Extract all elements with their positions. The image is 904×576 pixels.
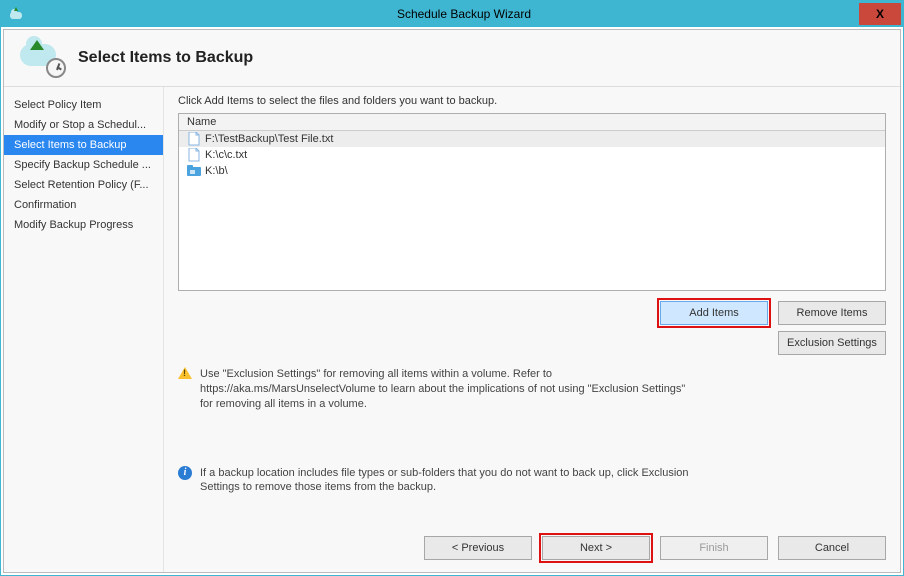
app-icon xyxy=(7,5,25,23)
wizard-footer: < Previous Next > Finish Cancel xyxy=(178,520,886,560)
warning-note: Use "Exclusion Settings" for removing al… xyxy=(178,367,698,412)
exclusion-button-row: Exclusion Settings xyxy=(178,331,886,355)
close-icon: X xyxy=(876,7,884,21)
sidebar-item-retention[interactable]: Select Retention Policy (F... xyxy=(4,175,163,195)
close-button[interactable]: X xyxy=(859,3,901,25)
list-item-label: K:\c\c.txt xyxy=(205,149,247,161)
page-title: Select Items to Backup xyxy=(78,49,253,67)
list-item-label: F:\TestBackup\Test File.txt xyxy=(205,133,333,145)
list-column-name[interactable]: Name xyxy=(179,114,885,131)
items-button-row: Add Items Remove Items xyxy=(178,301,886,325)
wizard-window: Schedule Backup Wizard X Select Items to… xyxy=(0,0,904,576)
sidebar-item-specify-schedule[interactable]: Specify Backup Schedule ... xyxy=(4,155,163,175)
list-item[interactable]: K:\b\ xyxy=(179,163,885,179)
next-button[interactable]: Next > xyxy=(542,536,650,560)
sidebar-item-select-items[interactable]: Select Items to Backup xyxy=(4,135,163,155)
file-icon xyxy=(187,132,201,146)
items-listbox[interactable]: Name F:\TestBackup\Test File.txt K:\c\c.… xyxy=(178,113,886,291)
titlebar: Schedule Backup Wizard X xyxy=(1,1,903,27)
info-text: If a backup location includes file types… xyxy=(200,466,698,496)
warning-icon xyxy=(178,367,192,379)
sidebar-item-progress[interactable]: Modify Backup Progress xyxy=(4,215,163,235)
finish-button: Finish xyxy=(660,536,768,560)
main-panel: Click Add Items to select the files and … xyxy=(164,87,900,572)
wizard-body: Select Items to Backup Select Policy Ite… xyxy=(3,29,901,573)
add-items-button[interactable]: Add Items xyxy=(660,301,768,325)
content-area: Select Policy Item Modify or Stop a Sche… xyxy=(4,87,900,572)
page-header: Select Items to Backup xyxy=(4,30,900,87)
instruction-text: Click Add Items to select the files and … xyxy=(178,95,886,107)
info-icon: i xyxy=(178,466,192,480)
folder-icon xyxy=(187,164,201,178)
header-backup-icon xyxy=(20,40,62,76)
remove-items-button[interactable]: Remove Items xyxy=(778,301,886,325)
warning-text: Use "Exclusion Settings" for removing al… xyxy=(200,367,698,412)
list-item[interactable]: K:\c\c.txt xyxy=(179,147,885,163)
list-item[interactable]: F:\TestBackup\Test File.txt xyxy=(179,131,885,147)
window-title: Schedule Backup Wizard xyxy=(25,7,903,21)
previous-button[interactable]: < Previous xyxy=(424,536,532,560)
exclusion-settings-button[interactable]: Exclusion Settings xyxy=(778,331,886,355)
list-item-label: K:\b\ xyxy=(205,165,228,177)
info-note: i If a backup location includes file typ… xyxy=(178,466,698,496)
cancel-button[interactable]: Cancel xyxy=(778,536,886,560)
sidebar-item-modify-stop[interactable]: Modify or Stop a Schedul... xyxy=(4,115,163,135)
sidebar-item-confirmation[interactable]: Confirmation xyxy=(4,195,163,215)
steps-sidebar: Select Policy Item Modify or Stop a Sche… xyxy=(4,87,164,572)
file-icon xyxy=(187,148,201,162)
sidebar-item-select-policy[interactable]: Select Policy Item xyxy=(4,95,163,115)
